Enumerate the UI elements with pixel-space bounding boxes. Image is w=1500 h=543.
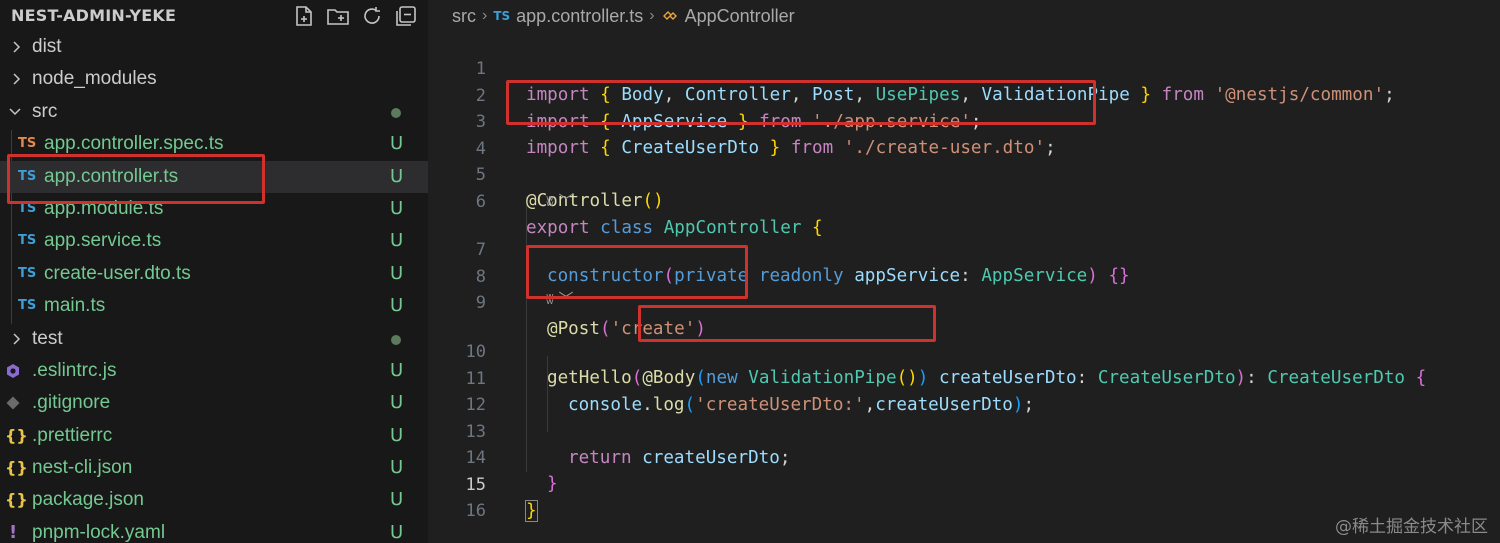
- git-status-badge: U: [390, 424, 404, 446]
- git-icon: [6, 396, 20, 410]
- highlight-box-post-decorator: [526, 245, 748, 299]
- chevron-right-icon: ›: [649, 7, 655, 24]
- chevron-right-icon: ›: [482, 7, 488, 24]
- highlight-box-selected-file: [7, 154, 265, 204]
- git-status-badge: U: [390, 230, 404, 252]
- tree-item-prettierrc[interactable]: {} .prettierrc U: [0, 420, 428, 452]
- tree-item-label: .gitignore: [32, 392, 111, 414]
- collapse-icon[interactable]: [394, 4, 418, 28]
- tree-item-label: src: [32, 100, 58, 122]
- watermark: @稀土掘金技术社区: [1335, 517, 1488, 537]
- tree-item-main[interactable]: TS main.ts U: [0, 290, 428, 322]
- explorer-title: NEST-ADMIN-YEKE: [11, 6, 177, 25]
- modified-dot-icon: [391, 334, 401, 345]
- breadcrumb-symbol[interactable]: AppController: [685, 6, 795, 27]
- chevron-right-icon: [13, 332, 21, 345]
- chevron-right-icon: [13, 41, 21, 53]
- code-editor[interactable]: src › TS app.controller.ts › AppControll…: [428, 0, 1500, 543]
- tree-item-label: .eslintrc.js: [32, 359, 117, 381]
- tree-item-label: nest-cli.json: [32, 457, 133, 479]
- yaml-exclamation-icon: !: [9, 521, 18, 543]
- chevron-right-icon: [13, 73, 21, 85]
- explorer-actions: [292, 4, 418, 28]
- git-status-badge: U: [390, 133, 404, 155]
- code-line-12[interactable]: 12: [428, 366, 1500, 415]
- tree-item-label: pnpm-lock.yaml: [32, 521, 166, 543]
- refresh-icon[interactable]: [360, 4, 384, 28]
- code-line-7[interactable]: 7 constructor(private readonly appServic…: [428, 211, 1500, 286]
- git-status-badge: U: [390, 521, 404, 543]
- tree-item-dist[interactable]: dist: [0, 31, 428, 63]
- breadcrumb: src › TS app.controller.ts › AppControll…: [452, 5, 795, 27]
- code-line-16[interactable]: 16: [428, 472, 1500, 521]
- typescript-icon: TS: [493, 9, 511, 23]
- json-braces-icon: {}: [5, 425, 28, 445]
- tree-item-gitignore[interactable]: .gitignore U: [0, 387, 428, 419]
- highlight-box-import-dto: [506, 80, 1096, 125]
- tree-item-pnpm-lock[interactable]: ! pnpm-lock.yaml U: [0, 517, 428, 543]
- git-status-badge: U: [390, 262, 404, 284]
- git-status-badge: U: [390, 457, 404, 479]
- git-status-badge: U: [390, 165, 404, 187]
- explorer-header: NEST-ADMIN-YEKE: [0, 0, 428, 32]
- tree-item-label: create-user.dto.ts: [44, 262, 191, 284]
- typescript-icon: TS: [18, 265, 37, 281]
- eslint-icon: [7, 363, 19, 378]
- tree-item-label: app.service.ts: [44, 230, 162, 252]
- tree-item-node-modules[interactable]: node_modules: [0, 63, 428, 95]
- codelens-hint[interactable]: ʬ ﹀: [546, 190, 574, 212]
- tree-item-create-user-dto[interactable]: TS create-user.dto.ts U: [0, 258, 428, 290]
- highlight-box-body-pipe: [638, 305, 936, 342]
- modified-dot-icon: [391, 107, 401, 118]
- tree-item-label: node_modules: [32, 68, 157, 90]
- code-line-13[interactable]: 13 return createUserDto;: [428, 393, 1500, 468]
- code-line-11[interactable]: 11 console.log('createUserDto:',createUs…: [428, 340, 1500, 415]
- tree-item-label: dist: [32, 36, 62, 57]
- code-line-1[interactable]: 1 import { Body, Controller, Post, UsePi…: [428, 30, 1500, 105]
- git-status-badge: U: [390, 489, 404, 511]
- json-braces-icon: {}: [5, 490, 28, 510]
- git-status-badge: U: [390, 359, 404, 381]
- tree-item-app-service[interactable]: TS app.service.ts U: [0, 225, 428, 257]
- class-symbol-icon: [662, 11, 677, 20]
- tree-item-nest-cli[interactable]: {} nest-cli.json U: [0, 452, 428, 484]
- line-number: 16: [465, 501, 486, 521]
- git-status-badge: U: [390, 392, 404, 414]
- json-braces-icon: {}: [5, 458, 28, 478]
- git-status-badge: U: [390, 197, 404, 219]
- tree-item-src[interactable]: src: [0, 96, 428, 128]
- new-file-icon[interactable]: [292, 4, 316, 28]
- code-line-5[interactable]: 5 @Controller(): [428, 136, 1500, 211]
- code-line-6[interactable]: 6 export class AppController {: [428, 163, 1500, 238]
- tree-item-eslintrc[interactable]: .eslintrc.js U: [0, 355, 428, 387]
- tree-item-test[interactable]: test: [0, 323, 428, 355]
- code-line-2[interactable]: 2 import { AppService } from './app.serv…: [428, 57, 1500, 132]
- code-line-10[interactable]: 10 getHello(@Body(new ValidationPipe()) …: [428, 313, 1500, 388]
- tree-item-label: .prettierrc: [32, 424, 113, 446]
- chevron-down-icon: [9, 108, 21, 115]
- git-status-badge: U: [390, 295, 404, 317]
- typescript-icon: TS: [18, 233, 37, 249]
- line-text: }: [525, 499, 538, 522]
- tree-item-package-json[interactable]: {} package.json U: [0, 484, 428, 516]
- tree-item-label: main.ts: [44, 295, 106, 317]
- typescript-icon: TS: [18, 298, 37, 314]
- file-tree: dist node_modules src TS app.controller.…: [0, 31, 428, 543]
- breadcrumb-file[interactable]: app.controller.ts: [516, 6, 643, 27]
- explorer-sidebar: NEST-ADMIN-YEKE dist node_modules src TS…: [0, 0, 428, 543]
- code-line-15[interactable]: 15 }: [428, 446, 1500, 522]
- breadcrumb-folder[interactable]: src: [452, 6, 476, 27]
- new-folder-icon[interactable]: [326, 4, 350, 28]
- tree-item-label: test: [32, 327, 63, 349]
- tree-item-label: package.json: [32, 489, 144, 511]
- code-line-14[interactable]: 14 }: [428, 419, 1500, 494]
